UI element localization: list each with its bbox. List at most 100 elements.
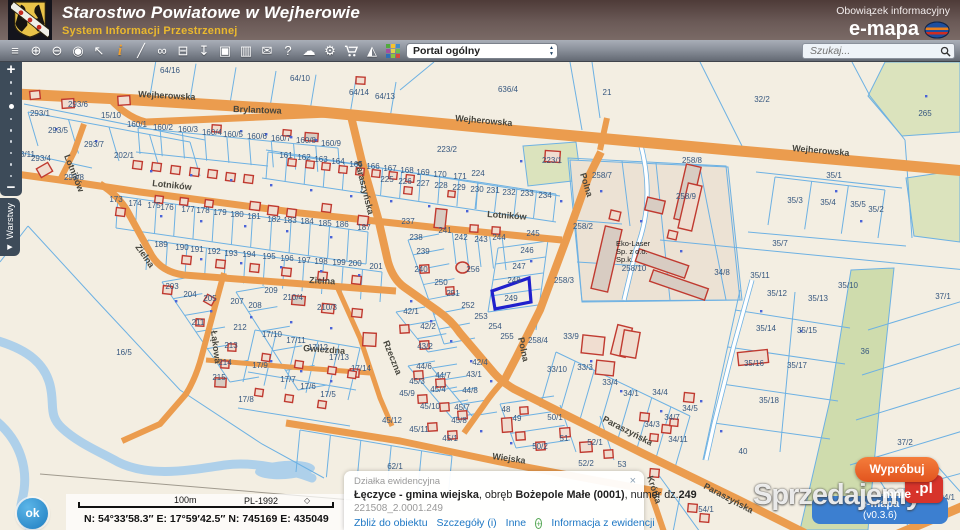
svg-text:211: 211 (192, 318, 205, 327)
cadastral-map[interactable]: WejherowskaWejherowskaWejherowskaBrylant… (0, 62, 960, 530)
svg-text:251: 251 (446, 289, 460, 298)
svg-text:243: 243 (474, 235, 488, 244)
svg-text:293/4: 293/4 (31, 154, 52, 163)
close-icon[interactable]: × (630, 475, 636, 487)
pointer-icon[interactable]: ↖ (92, 41, 106, 61)
main-toolbar: ≡ ⊕ ⊖ ◉ ↖ i ╱ ∞ ⊟ ↧ ▣ ▥ ✉? ☁ ⚙ ◭ Portal ogólny ▲▼ (0, 40, 960, 62)
prism-icon[interactable]: ◭ (365, 41, 379, 61)
svg-text:165: 165 (349, 160, 363, 169)
svg-text:183: 183 (283, 216, 297, 225)
svg-text:42/2: 42/2 (420, 322, 436, 331)
svg-text:44/8: 44/8 (462, 386, 478, 395)
svg-text:202/1: 202/1 (114, 151, 135, 160)
svg-text:245: 245 (526, 229, 540, 238)
svg-text:160/3: 160/3 (178, 125, 199, 134)
zoom-slider[interactable] (9, 78, 14, 180)
svg-text:17/6: 17/6 (300, 382, 316, 391)
svg-text:160/4: 160/4 (202, 128, 223, 137)
svg-text:224: 224 (471, 169, 485, 178)
svg-text:234: 234 (538, 191, 552, 200)
svg-text:293/6: 293/6 (68, 100, 89, 109)
scale-label: 100m (174, 495, 197, 505)
try-me-button[interactable]: Wypróbuj mnie (855, 457, 939, 482)
svg-text:170: 170 (433, 170, 447, 179)
svg-text:34/5: 34/5 (682, 404, 698, 413)
svg-text:33/10: 33/10 (547, 365, 568, 374)
svg-text:196: 196 (280, 254, 294, 263)
parcel-number: 249 (679, 489, 697, 501)
svg-text:166: 166 (366, 162, 380, 171)
svg-text:205: 205 (203, 294, 217, 303)
panel-title: Działka ewidencyjna (354, 476, 634, 487)
page-subtitle: System Informacji Przestrzennej (62, 25, 360, 37)
svg-text:293/1: 293/1 (30, 109, 51, 118)
layers-tab[interactable]: Warstwy ▶ (0, 198, 20, 256)
portal-select[interactable]: Portal ogólny ▲▼ (406, 43, 558, 59)
other-link[interactable]: Inne (506, 517, 526, 529)
svg-text:45/9: 45/9 (399, 389, 415, 398)
svg-text:198: 198 (314, 257, 328, 266)
plus-icon[interactable]: + (535, 518, 542, 529)
svg-text:34/7: 34/7 (664, 413, 680, 422)
measure-icon[interactable]: ╱ (134, 41, 148, 61)
svg-text:185: 185 (318, 219, 332, 228)
scale-panel: 100m PL-1992 ◇ N: 54°33′58.3″ E: 17°59′4… (66, 494, 346, 530)
svg-text:17/7: 17/7 (280, 375, 296, 384)
info-icon[interactable]: i (113, 41, 127, 61)
details-link[interactable]: Szczegóły (i) (437, 517, 497, 529)
zoom-to-object-link[interactable]: Zbliż do obiektu (354, 517, 428, 529)
registry-info-link[interactable]: Informacja z ewidencji (551, 517, 654, 529)
svg-text:223/1: 223/1 (542, 156, 563, 165)
svg-text:35/10: 35/10 (838, 281, 859, 290)
crs-label[interactable]: PL-1992 (244, 496, 278, 506)
print-icon[interactable]: ⊟ (176, 41, 190, 61)
svg-text:160/2: 160/2 (153, 123, 174, 132)
zoom-in-button[interactable]: + (7, 62, 16, 78)
svg-text:45/3: 45/3 (409, 377, 425, 386)
zoom-out-icon[interactable]: ⊖ (50, 41, 64, 61)
svg-text:255: 255 (500, 332, 514, 341)
svg-text:254: 254 (488, 322, 502, 331)
link-icon[interactable]: ∞ (155, 41, 169, 61)
svg-text:240: 240 (414, 265, 428, 274)
cloud-icon[interactable]: ☁ (302, 41, 316, 61)
ok-button[interactable]: ok (17, 498, 48, 529)
zoom-in-icon[interactable]: ⊕ (29, 41, 43, 61)
svg-text:239: 239 (416, 247, 430, 256)
svg-text:35/7: 35/7 (772, 239, 788, 248)
cart-icon[interactable] (344, 44, 358, 58)
svg-text:43/2: 43/2 (417, 342, 433, 351)
svg-text:241: 241 (438, 226, 452, 235)
info-duty-link[interactable]: Obowiązek informacyjny (836, 5, 950, 17)
svg-text:34/4: 34/4 (652, 388, 668, 397)
svg-text:193: 193 (224, 249, 238, 258)
svg-text:160/6: 160/6 (247, 132, 268, 141)
layers-icon[interactable]: ≡ (8, 41, 22, 61)
layout-icon[interactable]: ▥ (239, 41, 253, 61)
svg-text:50/1: 50/1 (547, 413, 563, 422)
svg-text:213: 213 (224, 341, 238, 350)
comment-icon[interactable]: ✉ (260, 41, 274, 61)
svg-text:50/2: 50/2 (532, 442, 548, 451)
search-input[interactable] (808, 44, 938, 58)
map-canvas[interactable]: WejherowskaWejherowskaWejherowskaBrylant… (0, 62, 960, 530)
svg-text:43/1: 43/1 (466, 370, 482, 379)
svg-text:64/13: 64/13 (375, 92, 396, 101)
crs-dropdown-icon[interactable]: ◇ (304, 496, 310, 505)
svg-text:229: 229 (452, 183, 466, 192)
search-icon[interactable] (940, 46, 951, 57)
portals-grid-icon[interactable] (386, 44, 400, 58)
svg-text:242: 242 (454, 233, 468, 242)
copy-icon[interactable]: ▣ (218, 41, 232, 61)
settings-icon[interactable]: ⚙ (323, 41, 337, 61)
svg-text:228: 228 (434, 181, 448, 190)
page-title: Starostwo Powiatowe w Wejherowie (62, 3, 360, 23)
zoom-out-button[interactable]: − (7, 180, 16, 196)
select-area-icon[interactable]: ◉ (71, 41, 85, 61)
svg-text:45/12: 45/12 (382, 416, 403, 425)
svg-text:207: 207 (230, 297, 244, 306)
download-icon[interactable]: ↧ (197, 41, 211, 61)
help-icon[interactable]: ? (281, 41, 295, 61)
number-word: , numer dz. (625, 489, 679, 501)
svg-text:176: 176 (160, 203, 174, 212)
